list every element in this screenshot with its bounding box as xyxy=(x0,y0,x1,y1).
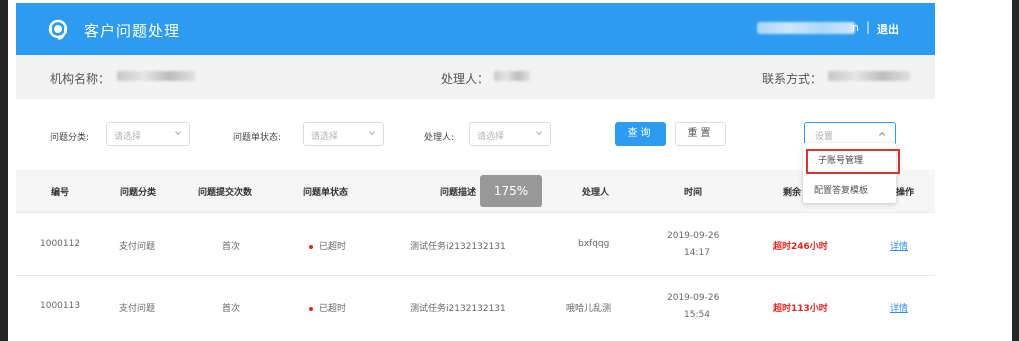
contact-label: 联系方式： xyxy=(762,72,823,86)
category-select-placeholder: 请选择 xyxy=(114,132,142,142)
chevron-down-icon xyxy=(175,131,181,136)
col-header-time: 时间 xyxy=(684,188,703,198)
row-remaining: 超时246小时 xyxy=(773,242,828,252)
username-suffix: n xyxy=(852,21,859,34)
chevron-up-icon xyxy=(879,131,885,136)
col-header-count: 问题提交次数 xyxy=(198,188,253,198)
row-date: 2019-09-26 xyxy=(667,231,720,241)
chevron-down-icon xyxy=(369,131,375,136)
filter-status-label: 问题单状态: xyxy=(233,133,282,143)
col-header-action: 操作 xyxy=(896,188,915,198)
row-desc: 测试任务i2132132131 xyxy=(410,242,506,252)
query-button[interactable]: 查询 xyxy=(615,122,666,146)
row-time: 14:17 xyxy=(684,248,710,258)
app-title: 客户问题处理 xyxy=(84,22,181,40)
handler-name-redacted xyxy=(494,71,530,81)
col-header-remaining: 剩余 xyxy=(783,188,802,198)
status-dot-icon xyxy=(309,306,313,311)
logout-link[interactable]: 退出 xyxy=(877,21,899,37)
row-status-text: 已超时 xyxy=(319,242,347,252)
row-desc: 测试任务i2132132131 xyxy=(410,304,506,314)
menu-item-subaccount[interactable]: 子账号管理 xyxy=(806,149,900,174)
handler-select[interactable]: 请选择 xyxy=(469,122,551,146)
filter-category-label: 问题分类: xyxy=(50,133,90,143)
row-status: 已超时 xyxy=(309,239,346,252)
col-header-category: 问题分类 xyxy=(120,188,157,198)
org-name-label: 机构名称： xyxy=(50,72,111,86)
col-header-handler: 处理人 xyxy=(582,188,610,198)
row-category: 支付问题 xyxy=(119,242,156,252)
chevron-down-icon xyxy=(536,131,542,136)
row-divider xyxy=(16,275,935,276)
menu-item-reply-template[interactable]: 配置答复模板 xyxy=(814,183,868,196)
header-separator: | xyxy=(866,20,871,34)
status-select[interactable]: 请选择 xyxy=(303,122,384,146)
col-header-status: 问题单状态 xyxy=(303,188,349,198)
col-header-desc: 问题描述 xyxy=(440,188,477,198)
handler-select-placeholder: 请选择 xyxy=(477,132,505,142)
row-handler: bxfqqg xyxy=(578,239,610,249)
row-status-text: 已超时 xyxy=(319,304,347,314)
zoom-indicator: 175% xyxy=(480,175,542,207)
row-count: 首次 xyxy=(222,304,241,314)
row-category: 支付问题 xyxy=(119,304,156,314)
org-name-redacted xyxy=(117,71,195,81)
status-select-placeholder: 请选择 xyxy=(311,132,339,142)
row-id: 1000113 xyxy=(40,301,81,311)
row-time: 15:54 xyxy=(684,310,710,320)
row-count: 首次 xyxy=(222,242,241,252)
status-dot-icon xyxy=(309,244,313,249)
handler-label: 处理人： xyxy=(441,72,490,86)
row-remaining: 超时113小时 xyxy=(773,304,828,314)
row-status: 已超时 xyxy=(309,301,346,314)
customer-service-logo-icon xyxy=(48,19,68,40)
row-handler: 哦哈儿乱测 xyxy=(566,304,612,314)
settings-select-placeholder: 设置 xyxy=(815,132,834,142)
row-date: 2019-09-26 xyxy=(667,293,720,303)
filter-handler-label: 处理人: xyxy=(424,133,455,143)
row-id: 1000112 xyxy=(40,239,81,249)
category-select[interactable]: 请选择 xyxy=(106,122,190,146)
row-detail-link[interactable]: 详情 xyxy=(890,301,908,314)
row-divider xyxy=(16,212,935,213)
contact-redacted xyxy=(828,71,910,81)
col-header-id: 编号 xyxy=(51,188,70,198)
reset-button[interactable]: 重置 xyxy=(675,122,726,146)
row-detail-link[interactable]: 详情 xyxy=(890,239,908,252)
username-redacted xyxy=(757,22,855,34)
